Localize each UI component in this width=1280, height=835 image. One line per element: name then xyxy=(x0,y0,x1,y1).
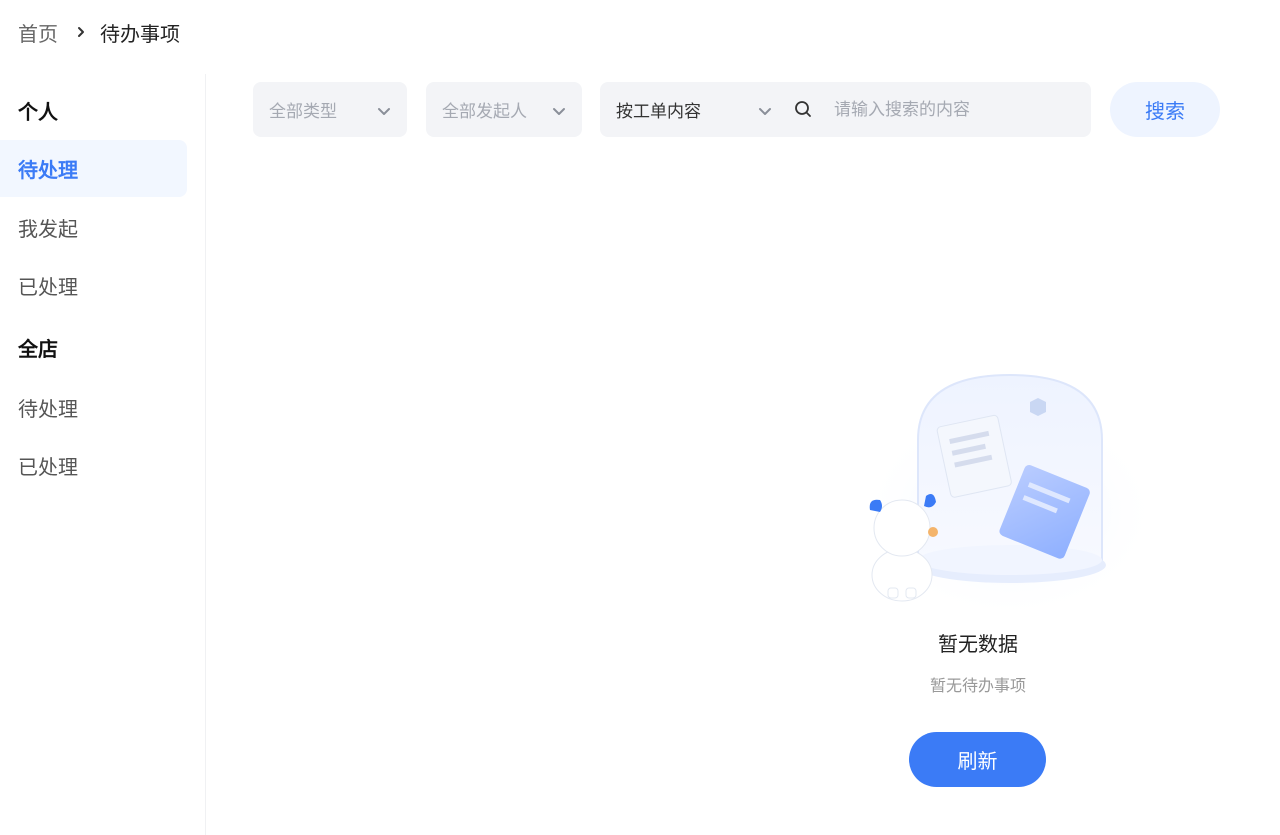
sidebar: 个人 待处理 我发起 已处理 全店 待处理 已处理 xyxy=(0,74,206,835)
chevron-right-icon xyxy=(76,25,86,39)
sidebar-group-personal: 个人 xyxy=(18,100,58,124)
chevron-down-icon xyxy=(758,103,772,123)
initiator-select-value: 全部发起人 xyxy=(442,102,527,122)
chevron-down-icon xyxy=(377,103,391,123)
search-input[interactable] xyxy=(834,92,1074,127)
sidebar-group-store: 全店 xyxy=(18,337,58,361)
type-select[interactable]: 全部类型 xyxy=(253,82,407,137)
breadcrumb-current: 待办事项 xyxy=(100,21,180,46)
breadcrumb-home-link[interactable]: 首页 xyxy=(18,18,58,47)
empty-subtitle: 暂无待办事项 xyxy=(929,676,1026,695)
search-mode-select[interactable]: 按工单内容 xyxy=(616,82,772,137)
search-icon xyxy=(794,100,812,122)
empty-title: 暂无数据 xyxy=(938,632,1018,656)
sidebar-item-personal-processed[interactable]: 已处理 xyxy=(0,257,187,314)
initiator-select[interactable]: 全部发起人 xyxy=(426,82,582,137)
breadcrumb: 首页 待办事项 xyxy=(18,18,180,46)
refresh-button[interactable]: 刷新 xyxy=(909,732,1046,787)
sidebar-item-personal-pending[interactable]: 待处理 xyxy=(0,140,187,197)
empty-illustration xyxy=(830,360,1160,610)
sidebar-item-store-pending[interactable]: 待处理 xyxy=(0,379,187,436)
type-select-value: 全部类型 xyxy=(269,102,337,122)
search-mode-value: 按工单内容 xyxy=(616,102,701,122)
sidebar-item-personal-initiated[interactable]: 我发起 xyxy=(0,199,187,256)
sidebar-item-store-processed[interactable]: 已处理 xyxy=(0,437,187,494)
search-box: 按工单内容 xyxy=(600,82,1091,137)
chevron-down-icon xyxy=(552,103,566,123)
search-button[interactable]: 搜索 xyxy=(1110,82,1220,137)
